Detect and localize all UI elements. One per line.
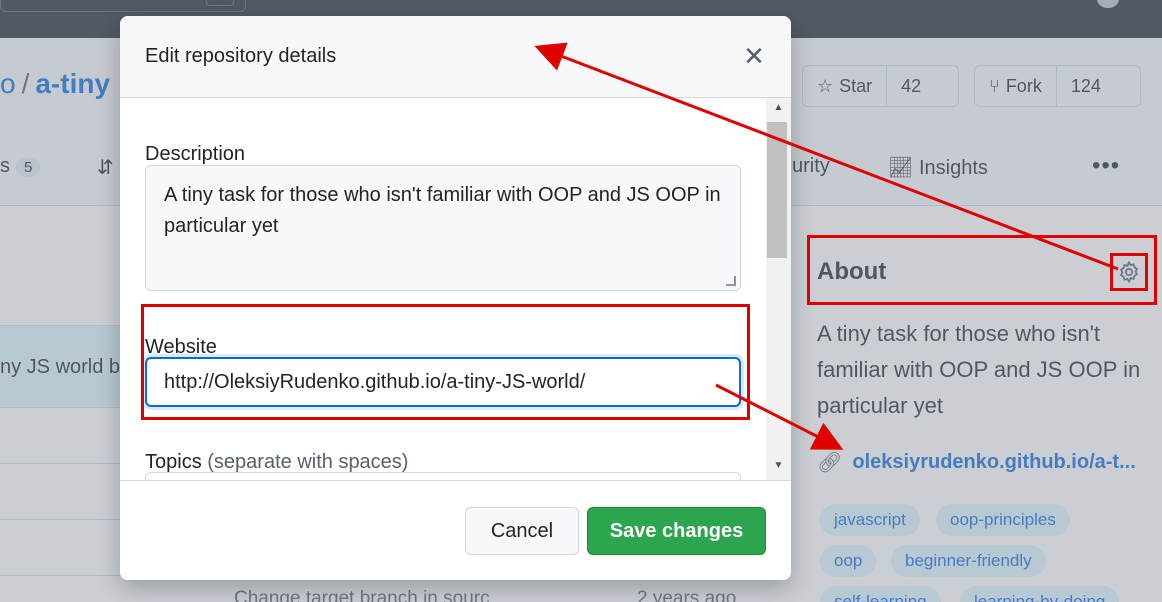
- description-value: A tiny task for those who isn't familiar…: [164, 184, 721, 237]
- annotation-box-gear: [1110, 253, 1148, 291]
- save-changes-button[interactable]: Save changes: [587, 507, 766, 555]
- topics-hint: (separate with spaces): [207, 451, 409, 473]
- dialog-footer: Cancel Save changes: [120, 480, 791, 580]
- topics-label-text: Topics: [145, 451, 202, 473]
- description-textarea[interactable]: A tiny task for those who isn't familiar…: [145, 165, 741, 291]
- annotation-box-website: [141, 304, 750, 420]
- topics-label: Topics (separate with spaces): [145, 451, 408, 474]
- annotation-box-about: [807, 235, 1157, 305]
- dialog-scrollbar[interactable]: ▲ ▼: [766, 98, 791, 480]
- close-icon[interactable]: ✕: [740, 42, 768, 70]
- resize-handle[interactable]: [726, 276, 736, 286]
- edit-repository-dialog: Edit repository details ✕ Description A …: [120, 16, 791, 580]
- dialog-body: Description A tiny task for those who is…: [120, 98, 766, 480]
- dialog-title: Edit repository details: [145, 45, 337, 67]
- topics-input[interactable]: [145, 472, 741, 480]
- cancel-button[interactable]: Cancel: [465, 507, 579, 555]
- scroll-up-icon[interactable]: ▲: [766, 102, 791, 116]
- scrollbar-thumb[interactable]: [767, 122, 787, 258]
- dialog-header: Edit repository details ✕: [120, 16, 791, 98]
- scroll-down-icon[interactable]: ▼: [766, 460, 791, 474]
- description-label: Description: [145, 143, 246, 165]
